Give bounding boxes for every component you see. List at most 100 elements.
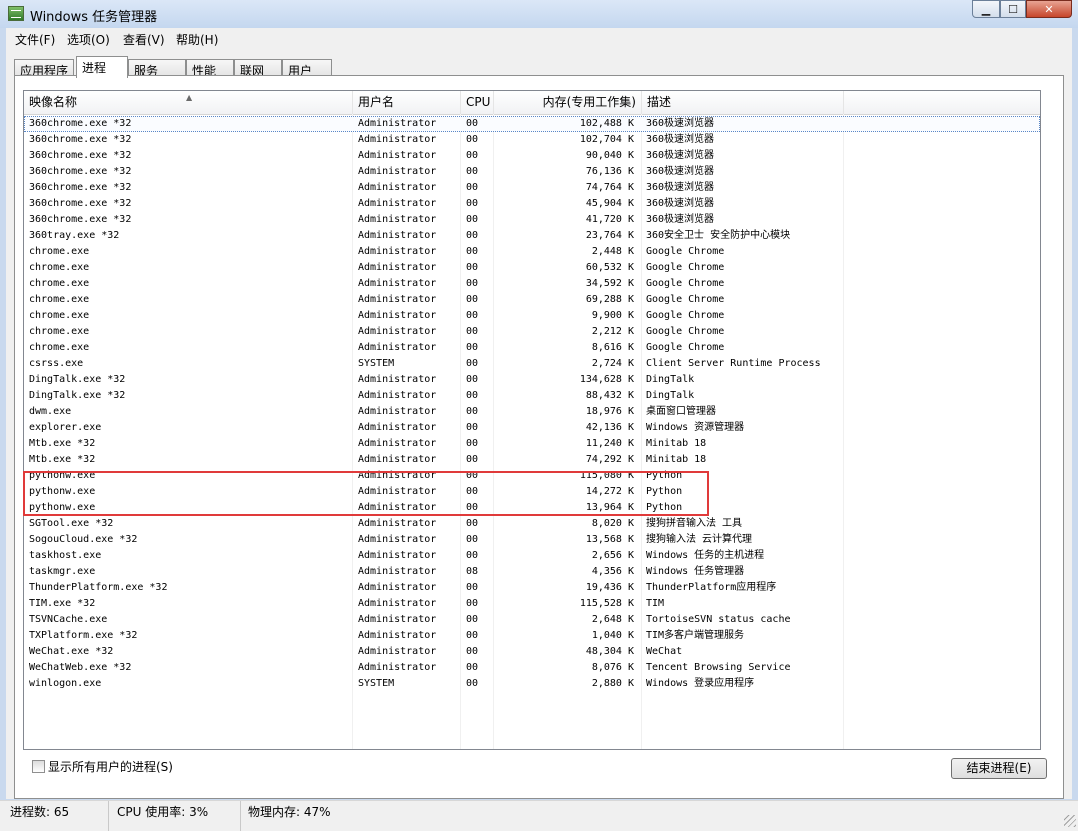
cell-name: chrome.exe: [29, 246, 90, 257]
cell-name: pythonw.exe: [29, 486, 96, 497]
table-row[interactable]: 360chrome.exe *32 Administrator 00 41,720 K…: [24, 212, 1040, 228]
status-physical-memory: 物理内存: 47%: [248, 805, 331, 819]
process-list[interactable]: 映像名称 ▲ 用户名 CPU 内存(专用工作集) 描述 360chrome.exe…: [23, 90, 1041, 750]
cell-cpu: 00: [466, 246, 479, 257]
table-row[interactable]: WeChat.exe *32 Administrator 00 48,304 K WeC…: [24, 644, 1040, 660]
table-row[interactable]: TIM.exe *32 Administrator 00 115,528 K TIM: [24, 596, 1040, 612]
cell-cpu: 00: [466, 422, 479, 433]
maximize-button[interactable]: ☐: [1000, 0, 1026, 18]
cell-mem: 45,904 K: [585, 198, 634, 209]
table-row[interactable]: csrss.exe SYSTEM 00 2,724 K Client Server Ru…: [24, 356, 1040, 372]
table-row[interactable]: winlogon.exe SYSTEM 00 2,880 K Windows 登录应用程…: [24, 676, 1040, 692]
table-row[interactable]: chrome.exe Administrator 00 2,212 K Google C…: [24, 324, 1040, 340]
cell-user: Administrator: [358, 406, 437, 417]
window-title: Windows 任务管理器: [30, 10, 158, 25]
minimize-button[interactable]: ▁: [972, 0, 1000, 18]
cell-cpu: 00: [466, 646, 479, 657]
table-row[interactable]: 360chrome.exe *32 Administrator 00 90,040 K…: [24, 148, 1040, 164]
cell-user: Administrator: [358, 166, 437, 177]
menu-options[interactable]: 选项(O): [67, 31, 110, 48]
table-row[interactable]: SogouCloud.exe *32 Administrator 00 13,568 …: [24, 532, 1040, 548]
cell-cpu: 00: [466, 454, 479, 465]
table-row[interactable]: pythonw.exe Administrator 00 14,272 K Python: [24, 484, 1040, 500]
table-row[interactable]: 360chrome.exe *32 Administrator 00 102,704 …: [24, 132, 1040, 148]
cell-user: Administrator: [358, 342, 437, 353]
table-row[interactable]: chrome.exe Administrator 00 69,288 K Google …: [24, 292, 1040, 308]
cell-cpu: 00: [466, 406, 479, 417]
table-row[interactable]: chrome.exe Administrator 00 8,616 K Google C…: [24, 340, 1040, 356]
column-memory[interactable]: 内存(专用工作集): [494, 91, 642, 114]
show-all-users-label: 显示所有用户的进程(S): [48, 760, 173, 774]
cell-name: 360chrome.exe *32: [29, 182, 132, 193]
cell-mem: 13,964 K: [585, 502, 634, 513]
cell-name: WeChatWeb.exe *32: [29, 662, 132, 673]
table-row[interactable]: explorer.exe Administrator 00 42,136 K Windo…: [24, 420, 1040, 436]
cell-name: 360chrome.exe *32: [29, 150, 132, 161]
cell-name: TIM.exe *32: [29, 598, 96, 609]
cell-mem: 88,432 K: [585, 390, 634, 401]
cell-mem: 69,288 K: [585, 294, 634, 305]
table-row[interactable]: taskmgr.exe Administrator 08 4,356 K Windows…: [24, 564, 1040, 580]
table-row[interactable]: 360chrome.exe *32 Administrator 00 102,488 …: [24, 116, 1040, 132]
table-row[interactable]: pythonw.exe Administrator 00 115,080 K Pytho…: [24, 468, 1040, 484]
cell-desc: 360极速浏览器: [646, 118, 715, 129]
column-user-name[interactable]: 用户名: [353, 91, 461, 114]
menu-help[interactable]: 帮助(H): [176, 31, 218, 48]
table-row[interactable]: 360chrome.exe *32 Administrator 00 74,764 K…: [24, 180, 1040, 196]
table-row[interactable]: DingTalk.exe *32 Administrator 00 134,628 K…: [24, 372, 1040, 388]
cell-user: Administrator: [358, 150, 437, 161]
column-cpu[interactable]: CPU: [461, 91, 494, 114]
show-all-users-checkbox[interactable]: [32, 760, 45, 773]
table-row[interactable]: SGTool.exe *32 Administrator 00 8,020 K 搜狗拼音…: [24, 516, 1040, 532]
window-controls: ▁ ☐ ✕: [972, 0, 1072, 20]
column-image-name[interactable]: 映像名称 ▲: [24, 91, 353, 114]
table-row[interactable]: Mtb.exe *32 Administrator 00 11,240 K Minita…: [24, 436, 1040, 452]
table-row[interactable]: chrome.exe Administrator 00 9,900 K Google C…: [24, 308, 1040, 324]
tab-processes[interactable]: 进程: [76, 56, 128, 78]
cell-desc: Windows 任务管理器: [646, 566, 745, 577]
cell-name: dwm.exe: [29, 406, 72, 417]
table-row[interactable]: TSVNCache.exe Administrator 00 2,648 K Torto…: [24, 612, 1040, 628]
table-row[interactable]: ThunderPlatform.exe *32 Administrator 00 19…: [24, 580, 1040, 596]
cell-cpu: 00: [466, 678, 479, 689]
cell-desc: Windows 登录应用程序: [646, 678, 755, 689]
cell-cpu: 00: [466, 358, 479, 369]
cell-mem: 8,076 K: [591, 662, 634, 673]
cell-user: SYSTEM: [358, 678, 395, 689]
cell-user: Administrator: [358, 454, 437, 465]
table-row[interactable]: 360chrome.exe *32 Administrator 00 45,904 K…: [24, 196, 1040, 212]
menu-file[interactable]: 文件(F): [15, 31, 55, 48]
cell-name: WeChat.exe *32: [29, 646, 114, 657]
cell-user: Administrator: [358, 534, 437, 545]
cell-mem: 134,628 K: [579, 374, 634, 385]
cell-cpu: 00: [466, 326, 479, 337]
table-row[interactable]: taskhost.exe Administrator 00 2,656 K Window…: [24, 548, 1040, 564]
cell-user: Administrator: [358, 310, 437, 321]
table-row[interactable]: DingTalk.exe *32 Administrator 00 88,432 K D…: [24, 388, 1040, 404]
cell-user: Administrator: [358, 566, 437, 577]
close-button[interactable]: ✕: [1026, 0, 1072, 18]
cell-name: chrome.exe: [29, 310, 90, 321]
cell-desc: Tencent Browsing Service: [646, 662, 791, 673]
end-process-button[interactable]: 结束进程(E): [951, 758, 1047, 779]
sort-ascending-icon: ▲: [186, 93, 193, 102]
table-row[interactable]: TXPlatform.exe *32 Administrator 00 1,040 K…: [24, 628, 1040, 644]
table-row[interactable]: chrome.exe Administrator 00 34,592 K Google …: [24, 276, 1040, 292]
table-row[interactable]: dwm.exe Administrator 00 18,976 K 桌面窗口管理器: [24, 404, 1040, 420]
table-row[interactable]: WeChatWeb.exe *32 Administrator 00 8,076 K T…: [24, 660, 1040, 676]
table-row[interactable]: chrome.exe Administrator 00 2,448 K Google C…: [24, 244, 1040, 260]
cell-user: Administrator: [358, 438, 437, 449]
title-bar[interactable]: Windows 任务管理器 ▁ ☐ ✕: [0, 0, 1078, 28]
cell-user: Administrator: [358, 502, 437, 513]
column-description[interactable]: 描述: [642, 91, 844, 114]
table-row[interactable]: pythonw.exe Administrator 00 13,964 K Python: [24, 500, 1040, 516]
cell-desc: Google Chrome: [646, 342, 725, 353]
table-row[interactable]: chrome.exe Administrator 00 60,532 K Google …: [24, 260, 1040, 276]
resize-grip-icon[interactable]: [1064, 815, 1076, 827]
menu-view[interactable]: 查看(V): [123, 31, 165, 48]
table-row[interactable]: 360chrome.exe *32 Administrator 00 76,136 K…: [24, 164, 1040, 180]
cell-user: Administrator: [358, 582, 437, 593]
table-row[interactable]: Mtb.exe *32 Administrator 00 74,292 K Minita…: [24, 452, 1040, 468]
cell-desc: 360极速浏览器: [646, 182, 715, 193]
table-row[interactable]: 360tray.exe *32 Administrator 00 23,764 K 36…: [24, 228, 1040, 244]
